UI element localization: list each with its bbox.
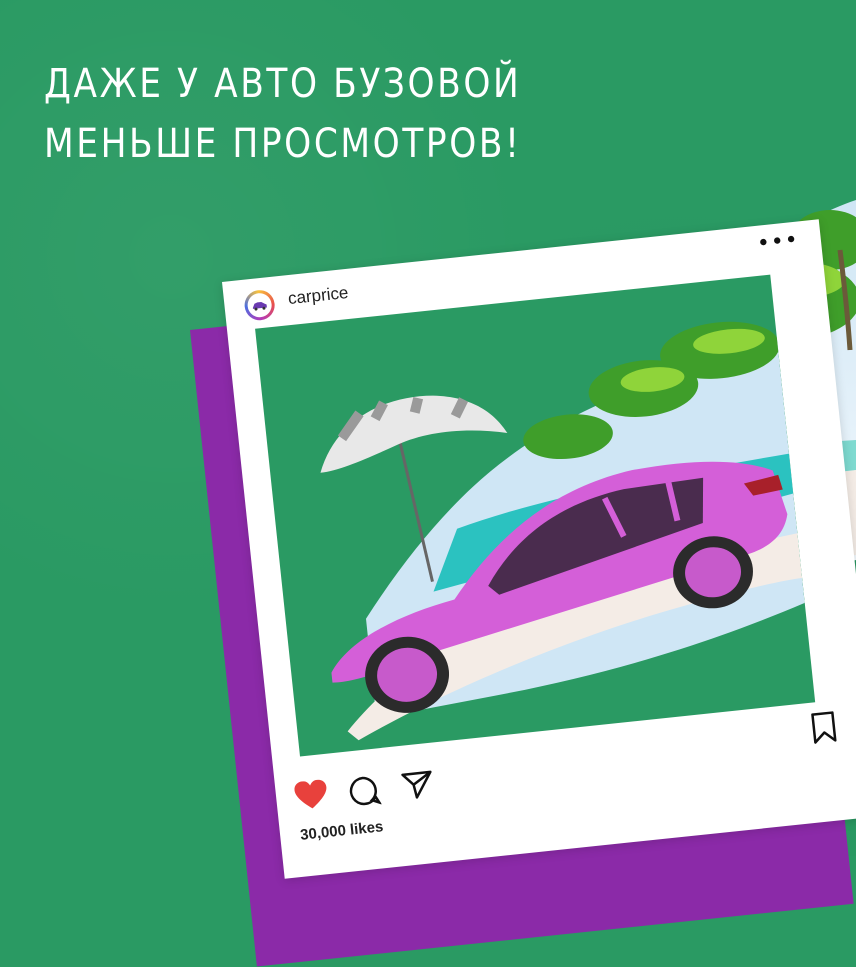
comment-icon[interactable] xyxy=(346,773,382,808)
bookmark-icon[interactable] xyxy=(810,710,837,744)
likes-count[interactable]: 30,000 likes xyxy=(299,818,384,844)
post-photo xyxy=(255,274,816,757)
share-icon[interactable] xyxy=(400,768,435,801)
instagram-post[interactable]: carprice ••• 30,000 likes xyxy=(222,219,856,879)
post-username[interactable]: carprice xyxy=(287,283,349,309)
profile-avatar[interactable] xyxy=(243,288,277,322)
heart-icon[interactable] xyxy=(293,779,330,812)
more-dots-icon[interactable]: ••• xyxy=(756,228,800,257)
car-logo-icon xyxy=(252,302,267,311)
